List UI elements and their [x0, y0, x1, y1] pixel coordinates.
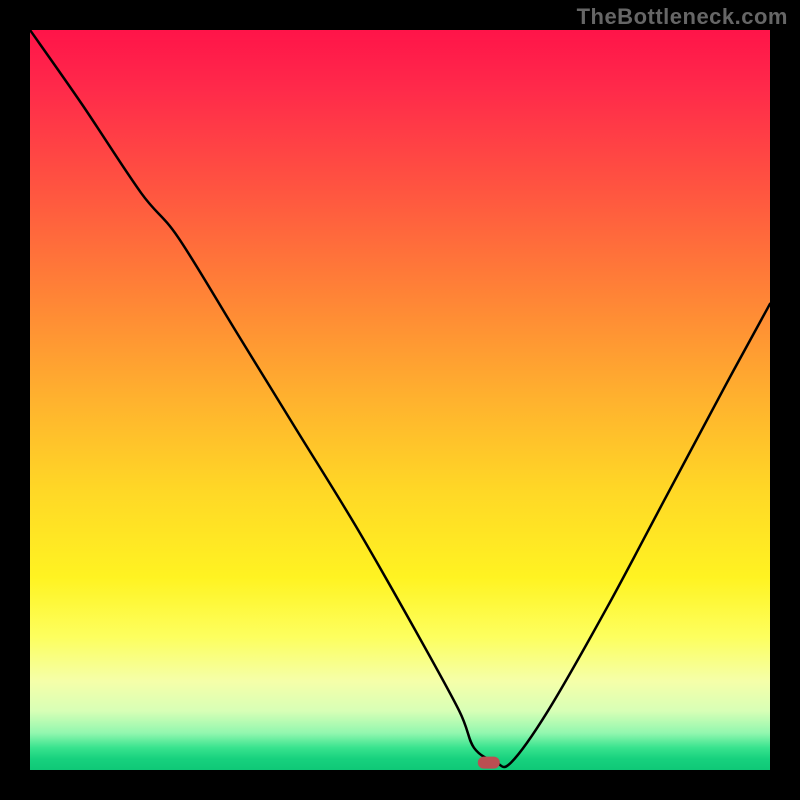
- optimum-marker: [478, 757, 500, 769]
- plot-area: [30, 30, 770, 770]
- bottleneck-curve: [30, 30, 770, 767]
- chart-frame: TheBottleneck.com: [0, 0, 800, 800]
- curve-svg: [30, 30, 770, 770]
- watermark-text: TheBottleneck.com: [577, 4, 788, 30]
